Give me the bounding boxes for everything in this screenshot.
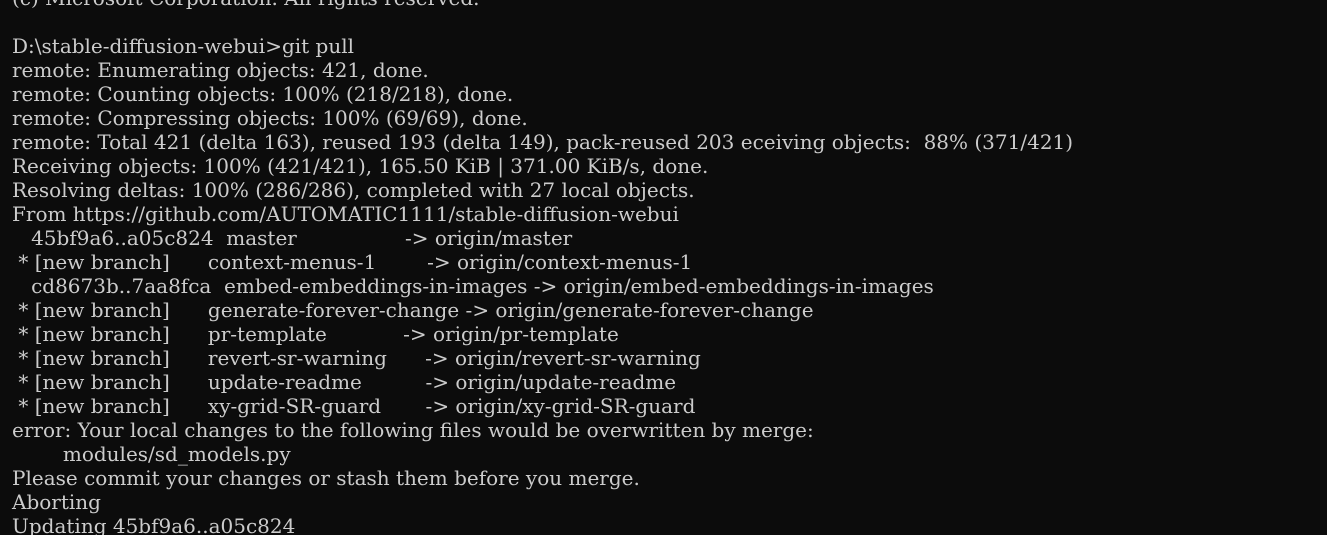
terminal-line: remote: Compressing objects: 100% (69/69… bbox=[12, 106, 528, 130]
terminal-line: * [new branch] xy-grid-SR-guard -> origi… bbox=[12, 394, 696, 418]
terminal-line: error: Your local changes to the followi… bbox=[12, 418, 814, 442]
terminal-line: remote: Counting objects: 100% (218/218)… bbox=[12, 82, 514, 106]
terminal-line: D:\stable-diffusion-webui>git pull bbox=[12, 34, 355, 58]
terminal-line: * [new branch] context-menus-1 -> origin… bbox=[12, 250, 693, 274]
terminal-line: Please commit your changes or stash them… bbox=[12, 466, 640, 490]
terminal-line: * [new branch] update-readme -> origin/u… bbox=[12, 370, 677, 394]
terminal-line: remote: Total 421 (delta 163), reused 19… bbox=[12, 130, 1074, 154]
terminal-line: cd8673b..7aa8fca embed-embeddings-in-ima… bbox=[12, 274, 934, 298]
terminal-line: * [new branch] generate-forever-change -… bbox=[12, 298, 814, 322]
terminal-window[interactable]: (c) Microsoft Corporation. All rights re… bbox=[0, 0, 1327, 535]
terminal-output: (c) Microsoft Corporation. All rights re… bbox=[12, 0, 1073, 535]
terminal-line: Receiving objects: 100% (421/421), 165.5… bbox=[12, 154, 709, 178]
terminal-line: modules/sd_models.py bbox=[12, 442, 291, 466]
terminal-line: 45bf9a6..a05c824 master -> origin/master bbox=[12, 226, 573, 250]
terminal-line: Aborting bbox=[12, 490, 101, 514]
terminal-line: remote: Enumerating objects: 421, done. bbox=[12, 58, 429, 82]
terminal-line: Resolving deltas: 100% (286/286), comple… bbox=[12, 178, 695, 202]
terminal-line: * [new branch] revert-sr-warning -> orig… bbox=[12, 346, 701, 370]
terminal-line: Updating 45bf9a6..a05c824 bbox=[12, 514, 296, 535]
terminal-line: From https://github.com/AUTOMATIC1111/st… bbox=[12, 202, 679, 226]
terminal-line: (c) Microsoft Corporation. All rights re… bbox=[12, 0, 1073, 10]
terminal-line: * [new branch] pr-template -> origin/pr-… bbox=[12, 322, 619, 346]
